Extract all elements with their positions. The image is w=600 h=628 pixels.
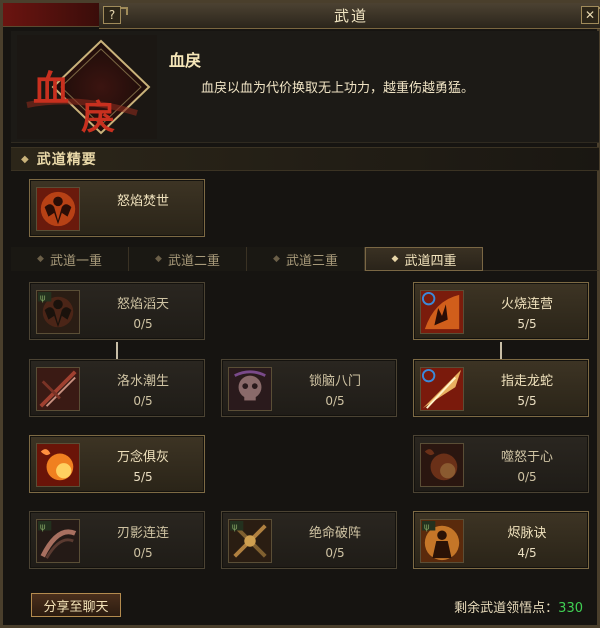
skill-name: 刃影连连 xyxy=(116,526,169,541)
fire-burst-icon xyxy=(36,443,80,487)
tab-label: 武道二重 xyxy=(167,253,220,269)
skill-level: 4/5 xyxy=(517,546,537,560)
essentials-label: 武道精要 xyxy=(36,152,97,168)
remaining-points-label: 剩余武道领悟点： xyxy=(454,601,559,616)
diamond-icon: ◆ xyxy=(21,153,29,165)
title-bar[interactable]: ? 武道 ✕ xyxy=(99,3,600,29)
close-icon: ✕ xyxy=(584,8,596,22)
skill-name: 绝命破阵 xyxy=(308,526,361,541)
skill-connector xyxy=(116,342,118,359)
tab-tier-4[interactable]: ◆ 武道四重 xyxy=(365,247,483,271)
skill-card[interactable]: 万念俱灰 5/5 xyxy=(29,435,205,493)
skill-title: 血戾 xyxy=(169,51,202,70)
skill-card[interactable]: 噬怒于心 0/5 xyxy=(413,435,589,493)
skill-name: 怒焰滔天 xyxy=(116,297,169,312)
aura-warrior-icon: ψ xyxy=(420,519,464,563)
tab-label: 武道四重 xyxy=(404,253,457,269)
skill-name: 指走龙蛇 xyxy=(500,374,553,389)
skill-connector xyxy=(500,342,502,359)
sword-streak-icon xyxy=(420,367,464,411)
svg-text:ψ: ψ xyxy=(232,523,238,533)
help-icon: ? xyxy=(108,8,116,22)
svg-text:ψ: ψ xyxy=(424,523,430,533)
essentials-skill-card[interactable]: 怒焰焚世 xyxy=(29,179,205,237)
skill-card[interactable]: ψ 怒焰滔天 0/5 xyxy=(29,282,205,340)
diamond-icon: ◆ xyxy=(391,254,399,264)
crossed-weapons-icon: ψ xyxy=(228,519,272,563)
blade-slash-icon xyxy=(36,367,80,411)
fire-hand-icon xyxy=(420,290,464,334)
svg-text:戾: 戾 xyxy=(81,98,115,138)
skill-card[interactable]: ψ 绝命破阵 0/5 xyxy=(221,511,397,569)
skill-level: 0/5 xyxy=(325,394,345,408)
skill-name: 洛水潮生 xyxy=(116,374,169,389)
skill-level: 0/5 xyxy=(517,470,537,484)
skill-description: 血戾以血为代价换取无上功力，越重伤越勇猛。 xyxy=(201,81,475,96)
tab-tier-1[interactable]: ◆ 武道一重 xyxy=(11,247,129,271)
skull-icon xyxy=(228,367,272,411)
diamond-icon: ◆ xyxy=(273,254,280,264)
tier-tabs: ◆ 武道一重 ◆ 武道二重 ◆ 武道三重 ◆ 武道四重 xyxy=(11,247,599,271)
skill-level: 0/5 xyxy=(325,546,345,560)
skill-card[interactable]: ψ 烬脉诀 4/5 xyxy=(413,511,589,569)
share-to-chat-button[interactable]: 分享至聊天 xyxy=(31,593,121,617)
svg-text:血: 血 xyxy=(33,68,69,110)
skill-level: 5/5 xyxy=(517,317,537,331)
tab-tier-3[interactable]: ◆ 武道三重 xyxy=(247,247,365,271)
tab-label: 武道三重 xyxy=(285,253,338,269)
window-title: 武道 xyxy=(333,7,368,25)
remaining-points-value: 330 xyxy=(558,601,583,616)
skill-header: 血 戾 血戾 血戾以血为代价换取无上功力，越重伤越勇猛。 xyxy=(11,31,599,143)
essentials-skill-name: 怒焰焚世 xyxy=(116,194,169,209)
remaining-points: 剩余武道领悟点：330 xyxy=(454,597,583,616)
skill-level: 0/5 xyxy=(133,546,153,560)
skill-card[interactable]: 洛水潮生 0/5 xyxy=(29,359,205,417)
wudao-window: ? 武道 ✕ 血 戾 血戾 血戾以血为代价换取无上功力，越重伤越勇猛。 ◆ 武道… xyxy=(0,0,600,628)
skill-card[interactable]: 锁脑八门 0/5 xyxy=(221,359,397,417)
close-button[interactable]: ✕ xyxy=(581,6,600,24)
skill-name: 烬脉诀 xyxy=(507,526,547,541)
essentials-section-header: ◆ 武道精要 xyxy=(11,147,599,171)
skill-name: 噬怒于心 xyxy=(500,450,553,465)
skill-name: 万念俱灰 xyxy=(116,450,169,465)
whirl-blade-icon: ψ xyxy=(36,519,80,563)
skill-level: 0/5 xyxy=(133,317,153,331)
skill-card[interactable]: 指走龙蛇 5/5 xyxy=(413,359,589,417)
muscle-fire-icon xyxy=(36,187,80,231)
svg-text:ψ: ψ xyxy=(40,294,46,304)
skill-level: 5/5 xyxy=(517,394,537,408)
tab-tier-2[interactable]: ◆ 武道二重 xyxy=(129,247,247,271)
tab-label: 武道一重 xyxy=(49,253,102,269)
skill-level: 5/5 xyxy=(133,470,153,484)
title-corner-decoration xyxy=(3,3,99,27)
skill-name: 火烧连营 xyxy=(500,297,553,312)
diamond-icon: ◆ xyxy=(37,254,44,264)
muscle-fire-icon: ψ xyxy=(36,290,80,334)
skill-card[interactable]: ψ 刃影连连 0/5 xyxy=(29,511,205,569)
diamond-icon: ◆ xyxy=(155,254,162,264)
blood-emblem-icon: 血 戾 xyxy=(17,35,157,139)
skill-level: 0/5 xyxy=(133,394,153,408)
svg-text:ψ: ψ xyxy=(40,523,46,533)
help-button[interactable]: ? xyxy=(103,6,128,24)
fire-burst-icon xyxy=(420,443,464,487)
skill-card[interactable]: 火烧连营 5/5 xyxy=(413,282,589,340)
skill-name: 锁脑八门 xyxy=(308,374,361,389)
